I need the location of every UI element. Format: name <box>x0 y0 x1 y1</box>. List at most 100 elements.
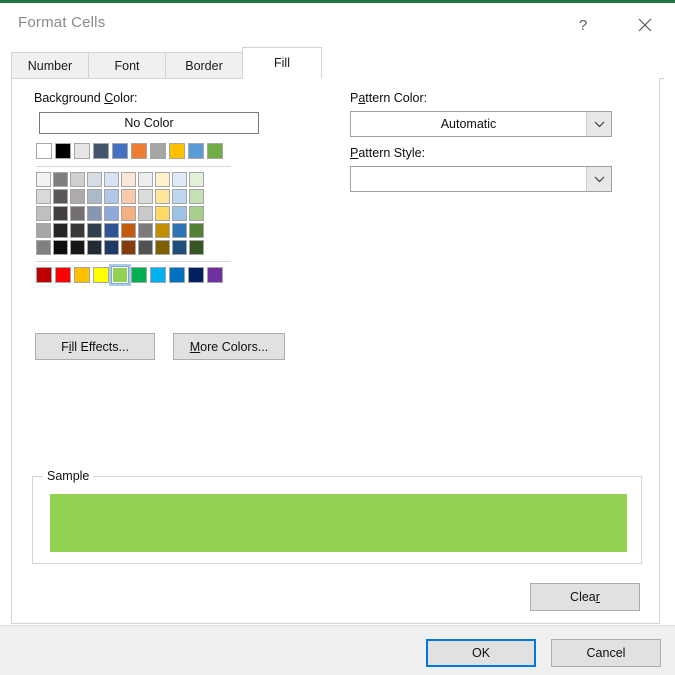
tab-number[interactable]: Number <box>11 52 89 79</box>
color-swatch-tint-1-8[interactable] <box>172 189 187 204</box>
color-swatch-theme-3[interactable] <box>93 143 109 159</box>
color-swatch-tint-2-4[interactable] <box>104 206 119 221</box>
color-swatch-theme-2[interactable] <box>74 143 90 159</box>
color-swatch-tint-0-5[interactable] <box>121 172 136 187</box>
color-swatch-tint-4-7[interactable] <box>155 240 170 255</box>
pattern-style-dropdown-button[interactable] <box>586 167 611 191</box>
color-swatch-tint-2-7[interactable] <box>155 206 170 221</box>
color-swatch-tint-3-5[interactable] <box>121 223 136 238</box>
close-icon <box>638 18 652 32</box>
close-button[interactable] <box>624 5 666 45</box>
color-swatch-standard-2[interactable] <box>74 267 90 283</box>
color-swatch-theme-8[interactable] <box>188 143 204 159</box>
color-swatch-tint-3-9[interactable] <box>189 223 204 238</box>
color-swatch-tint-3-3[interactable] <box>87 223 102 238</box>
color-swatch-tint-2-2[interactable] <box>70 206 85 221</box>
color-swatch-theme-9[interactable] <box>207 143 223 159</box>
color-swatch-tint-0-6[interactable] <box>138 172 153 187</box>
ok-button[interactable]: OK <box>426 639 536 667</box>
color-swatch-tint-0-1[interactable] <box>53 172 68 187</box>
color-swatch-tint-2-6[interactable] <box>138 206 153 221</box>
color-swatch-tint-4-8[interactable] <box>172 240 187 255</box>
color-swatch-tint-3-0[interactable] <box>36 223 51 238</box>
color-swatch-tint-4-4[interactable] <box>104 240 119 255</box>
color-swatch-standard-9[interactable] <box>207 267 223 283</box>
color-swatch-standard-0[interactable] <box>36 267 52 283</box>
color-swatch-tint-2-0[interactable] <box>36 206 51 221</box>
color-swatch-tint-1-9[interactable] <box>189 189 204 204</box>
cancel-button[interactable]: Cancel <box>551 639 661 667</box>
color-swatch-tint-4-0[interactable] <box>36 240 51 255</box>
no-color-button[interactable]: No Color <box>39 112 259 134</box>
color-swatch-tint-4-6[interactable] <box>138 240 153 255</box>
tab-fill[interactable]: Fill <box>242 47 322 79</box>
format-cells-dialog: Format Cells ? Number Font Border Fill B… <box>0 0 675 675</box>
ok-label: OK <box>471 646 491 660</box>
dialog-title-bar: Format Cells ? <box>0 3 675 47</box>
tab-font[interactable]: Font <box>88 52 166 79</box>
color-swatch-tint-2-3[interactable] <box>87 206 102 221</box>
pattern-color-dropdown-button[interactable] <box>586 112 611 136</box>
color-swatch-standard-8[interactable] <box>188 267 204 283</box>
color-swatch-theme-5[interactable] <box>131 143 147 159</box>
color-swatch-tint-1-1[interactable] <box>53 189 68 204</box>
color-swatch-tint-4-2[interactable] <box>70 240 85 255</box>
help-button[interactable]: ? <box>562 5 604 45</box>
more-colors-button[interactable]: More Colors... <box>173 333 285 360</box>
color-swatch-theme-4[interactable] <box>112 143 128 159</box>
color-swatch-tint-0-0[interactable] <box>36 172 51 187</box>
background-color-label: Background Color: <box>34 91 138 105</box>
color-swatch-tint-0-2[interactable] <box>70 172 85 187</box>
color-swatch-tint-2-9[interactable] <box>189 206 204 221</box>
tab-font-label: Font <box>114 58 140 73</box>
color-swatch-tint-2-5[interactable] <box>121 206 136 221</box>
color-swatch-standard-6[interactable] <box>150 267 166 283</box>
color-swatch-tint-1-5[interactable] <box>121 189 136 204</box>
color-swatch-tint-1-4[interactable] <box>104 189 119 204</box>
sample-group: Sample <box>32 469 642 564</box>
color-swatch-tint-3-4[interactable] <box>104 223 119 238</box>
color-swatch-theme-6[interactable] <box>150 143 166 159</box>
color-swatch-tint-3-1[interactable] <box>53 223 68 238</box>
clear-button[interactable]: Clear <box>530 583 640 611</box>
color-swatch-tint-0-4[interactable] <box>104 172 119 187</box>
color-swatch-tint-2-1[interactable] <box>53 206 68 221</box>
pattern-color-label: Pattern Color: <box>350 91 428 105</box>
color-swatch-tint-3-7[interactable] <box>155 223 170 238</box>
color-swatch-tint-4-9[interactable] <box>189 240 204 255</box>
tab-border[interactable]: Border <box>165 52 243 79</box>
palette-row-tint-4 <box>36 223 231 240</box>
color-swatch-tint-4-5[interactable] <box>121 240 136 255</box>
color-swatch-tint-1-0[interactable] <box>36 189 51 204</box>
color-swatch-tint-1-7[interactable] <box>155 189 170 204</box>
pattern-style-combobox[interactable] <box>350 166 612 192</box>
fill-tab-panel: Background Color: No Color Fill Effects.… <box>11 78 660 624</box>
tab-number-label: Number <box>27 58 73 73</box>
color-swatch-tint-4-3[interactable] <box>87 240 102 255</box>
color-swatch-tint-1-3[interactable] <box>87 189 102 204</box>
color-swatch-tint-0-9[interactable] <box>189 172 204 187</box>
color-swatch-tint-1-6[interactable] <box>138 189 153 204</box>
fill-effects-button[interactable]: Fill Effects... <box>35 333 155 360</box>
color-swatch-standard-7[interactable] <box>169 267 185 283</box>
color-swatch-theme-1[interactable] <box>55 143 71 159</box>
color-swatch-theme-7[interactable] <box>169 143 185 159</box>
color-swatch-standard-1[interactable] <box>55 267 71 283</box>
color-swatch-theme-0[interactable] <box>36 143 52 159</box>
color-swatch-tint-3-2[interactable] <box>70 223 85 238</box>
color-swatch-tint-0-3[interactable] <box>87 172 102 187</box>
color-swatch-standard-5[interactable] <box>131 267 147 283</box>
color-swatch-tint-0-8[interactable] <box>172 172 187 187</box>
pattern-color-combobox[interactable]: Automatic <box>350 111 612 137</box>
color-swatch-standard-3[interactable] <box>93 267 109 283</box>
color-swatch-tint-2-8[interactable] <box>172 206 187 221</box>
palette-row-theme <box>36 143 231 162</box>
color-swatch-standard-4[interactable] <box>109 264 131 286</box>
palette-row-tint-3 <box>36 206 231 223</box>
sample-preview-swatch <box>50 494 627 552</box>
color-swatch-tint-3-6[interactable] <box>138 223 153 238</box>
color-swatch-tint-1-2[interactable] <box>70 189 85 204</box>
color-swatch-tint-3-8[interactable] <box>172 223 187 238</box>
color-swatch-tint-4-1[interactable] <box>53 240 68 255</box>
color-swatch-tint-0-7[interactable] <box>155 172 170 187</box>
